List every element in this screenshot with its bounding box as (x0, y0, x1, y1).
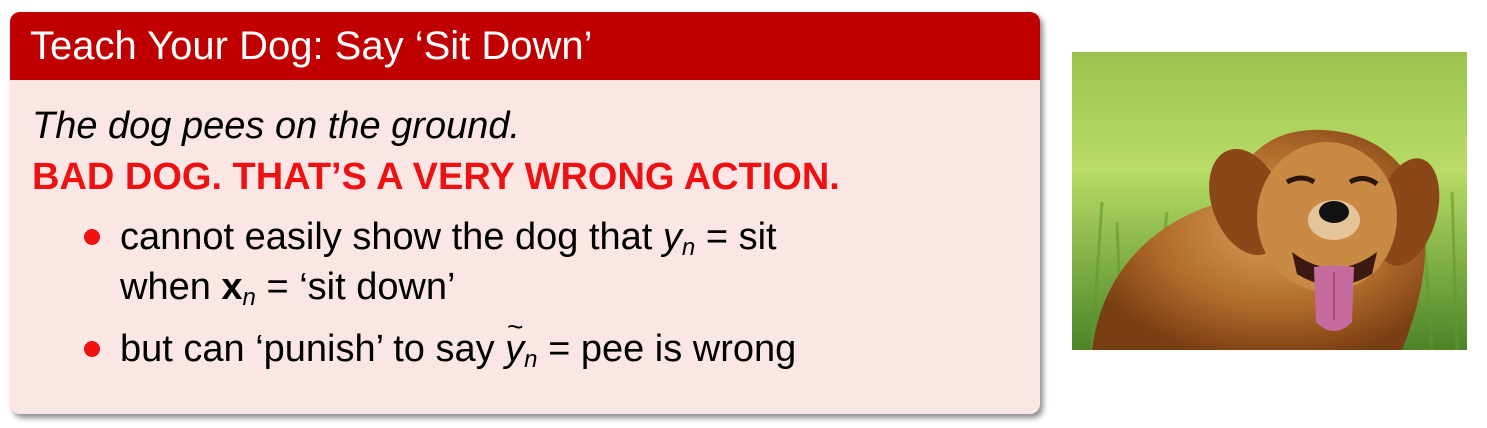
bullet-1-text-a: cannot easily show the dog that (120, 216, 663, 258)
bullet-item-2: but can ‘punish’ to say yn = pee is wron… (32, 302, 1020, 374)
block-title: Teach Your Dog: Say ‘Sit Down’ (10, 12, 1040, 80)
bullet-1-line-2: when xn = ‘sit down’ (120, 262, 1020, 312)
math-y-variable: y (662, 216, 682, 258)
bullet-list: cannot easily show the dog that yn = sit… (32, 212, 1020, 374)
block-body: The dog pees on the ground. BAD DOG. THA… (10, 80, 1040, 374)
math-x-variable: x (221, 266, 243, 308)
math-n-subscript: n (681, 234, 696, 261)
dog-photo-illustration (1072, 52, 1467, 350)
bullet-1-text-c: when (120, 266, 222, 308)
bullet-2-line-1: but can ‘punish’ to say yn = pee is wron… (120, 302, 1020, 374)
math-y-tilde-variable: y (505, 302, 524, 374)
bullet-1-line-1: cannot easily show the dog that yn = sit (120, 212, 1020, 262)
slide: Teach Your Dog: Say ‘Sit Down’ The dog p… (0, 0, 1487, 428)
bullet-dot-icon (84, 341, 100, 357)
content-block: Teach Your Dog: Say ‘Sit Down’ The dog p… (10, 12, 1040, 414)
bullet-1-text-d: = ‘sit down’ (255, 266, 456, 308)
lead-sentence: The dog pees on the ground. (32, 105, 521, 147)
bullet-item-1: cannot easily show the dog that yn = sit… (32, 212, 1020, 312)
bullet-2-text-a: but can ‘punish’ to say (120, 328, 506, 370)
golden-retriever-dog-photo (1072, 52, 1467, 350)
alert-sentence: BAD DOG. THAT’S A VERY WRONG ACTION. (32, 156, 840, 198)
math-n-subscript: n (524, 346, 538, 373)
bullet-1-text-b: = sit (695, 216, 777, 258)
math-n-subscript: n (242, 284, 256, 311)
bullet-2-text-b: = pee is wrong (537, 328, 797, 370)
bullet-dot-icon (84, 229, 100, 245)
